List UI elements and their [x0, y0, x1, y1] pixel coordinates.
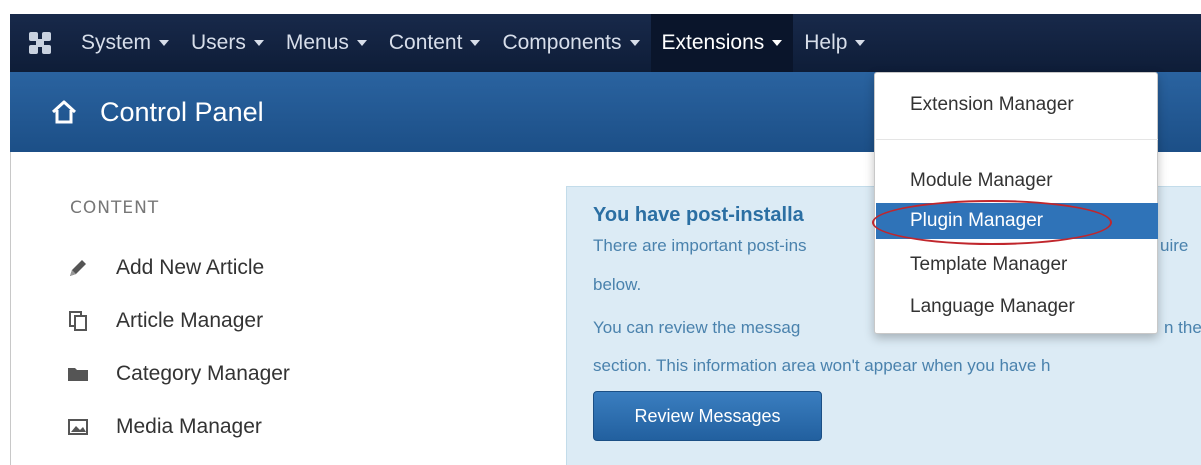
nav-content[interactable]: Content [378, 14, 492, 72]
sidebar-item-add-new-article[interactable]: Add New Article [66, 253, 264, 283]
message-text-line4: section. This information area won't app… [593, 356, 1051, 375]
message-text-line3: You can review the messag [593, 318, 801, 337]
joomla-logo-icon[interactable] [10, 14, 70, 72]
nav-content-label: Content [388, 31, 463, 54]
pencil-icon [66, 256, 90, 280]
top-navbar: System Users Menus Content Components Ex… [10, 14, 1201, 72]
nav-extensions[interactable]: Extensions [650, 14, 794, 72]
menu-item-language-manager[interactable]: Language Manager [876, 289, 1158, 325]
sidebar-item-label: Media Manager [116, 415, 262, 438]
caret-down-icon [855, 40, 866, 46]
nav-menus[interactable]: Menus [275, 14, 378, 72]
nav-system-label: System [81, 31, 152, 54]
message-text-line1: There are important post-ins [593, 236, 807, 255]
caret-down-icon [772, 40, 783, 46]
caret-down-icon [470, 40, 481, 46]
sidebar-item-media-manager[interactable]: Media Manager [66, 412, 262, 442]
nav-help-label: Help [804, 31, 848, 54]
section-title: CONTENT [70, 198, 160, 218]
menu-divider [876, 139, 1158, 140]
nav-components[interactable]: Components [491, 14, 650, 72]
folder-icon [66, 362, 90, 386]
content-border [10, 152, 11, 465]
menu-item-extension-manager[interactable]: Extension Manager [876, 87, 1158, 123]
caret-down-icon [253, 40, 264, 46]
nav-extensions-label: Extensions [661, 31, 765, 54]
image-icon [66, 415, 90, 439]
page-title: Control Panel [100, 96, 264, 127]
menu-item-template-manager[interactable]: Template Manager [876, 247, 1158, 283]
home-icon [51, 100, 77, 124]
caret-down-icon [159, 40, 170, 46]
sidebar-item-label: Category Manager [116, 362, 290, 385]
annotation-circle [872, 200, 1112, 245]
nav-users-label: Users [191, 31, 246, 54]
copy-icon [66, 309, 90, 333]
message-text-line2: below. [593, 275, 642, 294]
nav-help[interactable]: Help [793, 14, 876, 72]
nav-menus-label: Menus [285, 31, 349, 54]
nav-system[interactable]: System [70, 14, 180, 72]
message-text-line1-right: uire [1160, 236, 1189, 255]
nav-components-label: Components [502, 31, 622, 54]
sidebar-item-category-manager[interactable]: Category Manager [66, 359, 290, 389]
caret-down-icon [629, 40, 640, 46]
message-title: You have post-installa [593, 204, 804, 226]
sidebar-item-label: Add New Article [116, 256, 265, 279]
caret-down-icon [356, 40, 367, 46]
menu-item-module-manager[interactable]: Module Manager [876, 163, 1158, 199]
sidebar-item-article-manager[interactable]: Article Manager [66, 306, 263, 336]
review-messages-button[interactable]: Review Messages [593, 391, 822, 441]
sidebar-item-label: Article Manager [116, 309, 264, 332]
message-text-line3-right: n the [1164, 318, 1201, 337]
nav-users[interactable]: Users [180, 14, 275, 72]
